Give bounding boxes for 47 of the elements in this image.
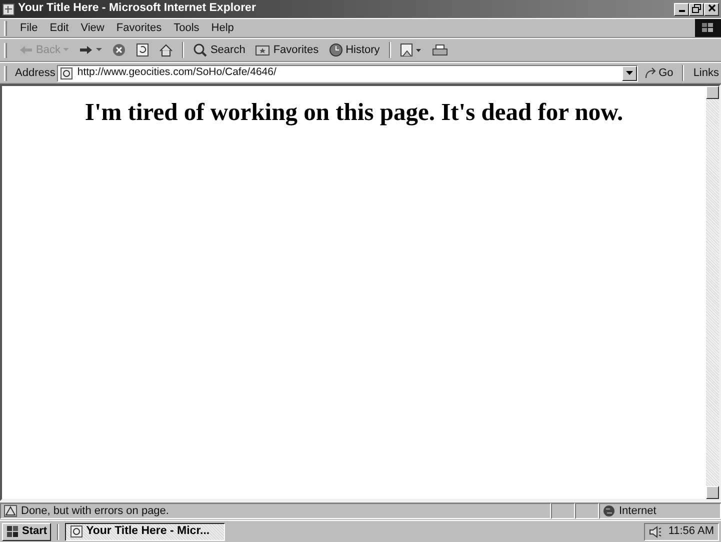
globe-icon — [603, 505, 615, 517]
windows-logo-icon — [6, 526, 20, 538]
restore-button[interactable] — [689, 2, 704, 16]
refresh-icon — [136, 43, 150, 57]
restore-icon — [692, 4, 701, 13]
stop-icon — [112, 43, 126, 57]
browser-icon — [2, 2, 15, 16]
caret-icon — [63, 48, 70, 52]
menu-item[interactable]: View — [76, 20, 110, 36]
menu-item[interactable]: Favorites — [111, 20, 167, 36]
close-icon — [708, 4, 716, 12]
dropdown-button[interactable] — [622, 66, 637, 80]
window-title: Your Title Here - Microsoft Internet Explorer — [18, 1, 256, 16]
page-heading: I'm tired of working on this page. It's dead for now. — [84, 98, 624, 128]
clock-time: 11:56 AM — [668, 524, 714, 540]
back-arrow-icon — [19, 45, 33, 55]
menu-item[interactable]: Edit — [44, 20, 74, 36]
menu-item[interactable]: Help — [206, 20, 239, 36]
search-button[interactable]: Search — [189, 40, 250, 60]
history-button[interactable]: History — [324, 40, 384, 60]
caret-icon — [96, 48, 102, 52]
mail-icon — [400, 43, 422, 57]
favorites-button[interactable]: Favorites — [251, 40, 323, 60]
printer-icon — [432, 44, 448, 56]
close-button[interactable] — [704, 2, 719, 16]
scrollbar[interactable] — [706, 86, 719, 499]
go-button[interactable]: Go — [640, 63, 678, 83]
links-button[interactable]: Links — [689, 63, 721, 83]
warning-icon — [4, 505, 17, 517]
windows-logo-icon — [695, 19, 721, 37]
speaker-icon — [649, 526, 662, 538]
browser-icon — [70, 525, 84, 538]
minimize-button[interactable] — [674, 2, 689, 16]
forward-arrow-icon — [79, 45, 94, 55]
go-arrow-icon — [644, 67, 656, 79]
start-button[interactable]: Start — [2, 522, 52, 540]
menu-item[interactable]: Tools — [168, 20, 204, 36]
status-message: Done, but with errors on page. — [21, 504, 169, 519]
zone-label: Internet — [619, 504, 656, 519]
page-icon — [60, 66, 74, 80]
address-field[interactable]: http://www.geocities.com/SoHo/Cafe/4646/ — [57, 64, 638, 82]
magnifier-icon — [193, 43, 208, 57]
caret-icon — [626, 71, 633, 75]
menu-item[interactable]: File — [15, 20, 43, 36]
home-icon — [159, 44, 174, 56]
taskbar-button[interactable]: Your Title Here - Micr... — [65, 522, 226, 540]
address-label: Address — [15, 66, 56, 81]
